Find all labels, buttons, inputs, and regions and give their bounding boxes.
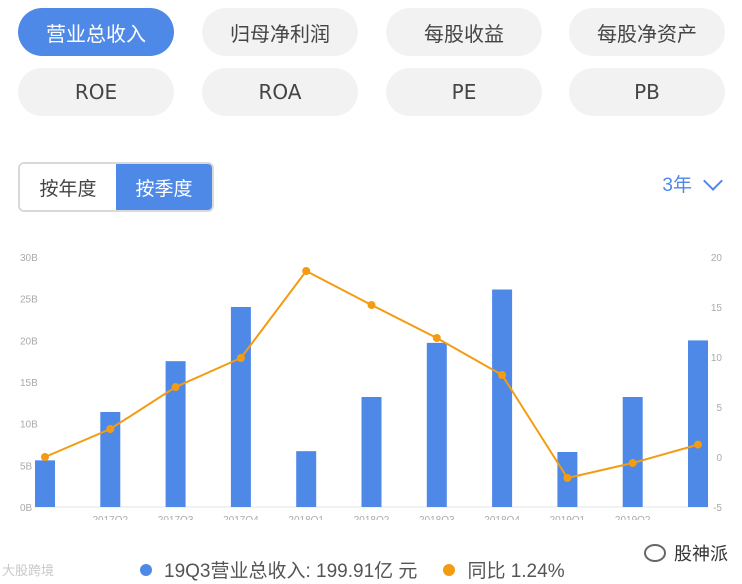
bar-2019Q3	[688, 340, 708, 507]
legend-item-yoy[interactable]: 同比 1.24%	[443, 556, 565, 583]
legend-label-revenue: 19Q3营业总收入: 199.91亿 元	[164, 561, 418, 582]
by-quarter-button[interactable]: 按季度	[116, 164, 212, 210]
watermark-left-text: 大股跨境	[2, 563, 55, 578]
metric-tag-3[interactable]: 每股收益	[386, 8, 542, 56]
metric-tag-6[interactable]: ROA	[202, 68, 358, 116]
yoy-point-2018Q3	[432, 334, 441, 342]
legend-label-yoy: 同比 1.24%	[467, 561, 565, 582]
y-left-tick-label: 25B	[20, 295, 38, 306]
y-right-tick-label: 5	[716, 403, 722, 414]
x-tick-label: 2017Q2	[93, 515, 129, 520]
metric-tag-2[interactable]: 归母净利润	[202, 8, 358, 56]
bar-2017Q4	[230, 307, 251, 507]
y-right-tick-label: 10	[711, 353, 723, 364]
x-tick-label: 2017Q3	[158, 515, 194, 520]
chevron-down-icon	[703, 170, 723, 191]
watermark-right: 股神派	[644, 540, 728, 566]
bar-2018Q2	[361, 397, 382, 507]
x-tick-label: 2019Q2	[615, 515, 651, 520]
yoy-point-2019Q2	[628, 459, 637, 467]
x-tick-label: 2018Q4	[484, 515, 520, 520]
bar-2018Q4	[492, 289, 513, 507]
bar-2019Q2	[622, 397, 643, 507]
y-right-tick-label: 20	[711, 253, 723, 264]
watermark-right-text: 股神派	[674, 544, 728, 564]
bar-2017Q1	[35, 460, 55, 507]
yoy-point-2017Q3	[171, 383, 180, 391]
y-left-tick-label: 0B	[20, 503, 33, 514]
y-left-tick-label: 30B	[20, 253, 38, 264]
y-left-tick-label: 10B	[20, 420, 38, 431]
wechat-icon	[644, 544, 666, 562]
x-tick-label: 2019Q1	[550, 515, 586, 520]
legend-dot-yoy	[443, 563, 456, 576]
x-tick-label: 2018Q2	[354, 515, 390, 520]
y-left-tick-label: 15B	[20, 378, 38, 389]
x-tick-label: 2017Q4	[223, 515, 259, 520]
yoy-point-2018Q1	[302, 267, 311, 275]
y-right-tick-label: 0	[716, 453, 722, 464]
yoy-point-2019Q1	[563, 474, 572, 482]
bar-2018Q1	[296, 451, 317, 507]
revenue-chart: 0B 5B 10B 15B 20B 25B 30B -5 0 5 10 15 20 2017Q2 2017Q…	[20, 253, 723, 520]
yoy-point-2019Q3	[694, 440, 702, 449]
y-right-tick-label: 15	[711, 303, 723, 314]
metric-tag-7[interactable]: PE	[386, 68, 542, 116]
period-toggle: 按年度 按季度	[18, 162, 214, 212]
chart-legend: 19Q3营业总收入: 199.91亿 元 同比 1.24%	[140, 556, 591, 583]
metric-tag-1[interactable]: 营业总收入	[18, 8, 174, 56]
x-tick-label: 2018Q1	[288, 515, 324, 520]
legend-item-revenue[interactable]: 19Q3营业总收入: 199.91亿 元	[140, 556, 417, 583]
legend-dot-revenue	[140, 563, 152, 576]
range-select[interactable]: 3年	[662, 170, 723, 197]
y-left-tick-label: 5B	[20, 461, 33, 472]
y-right-tick-label: -5	[713, 503, 722, 514]
metric-tag-4[interactable]: 每股净资产	[569, 8, 725, 56]
x-tick-label: 2018Q3	[419, 515, 455, 520]
yoy-point-2018Q2	[367, 301, 376, 309]
metric-tag-5[interactable]: ROE	[18, 68, 174, 116]
metric-tag-8[interactable]: PB	[569, 68, 725, 116]
yoy-point-2017Q2	[106, 425, 115, 433]
y-left-tick-label: 20B	[20, 336, 38, 347]
watermark-left: 大股跨境	[2, 560, 54, 579]
bar-2018Q3	[426, 342, 447, 507]
yoy-point-2017Q1	[41, 453, 49, 461]
yoy-point-2018Q4	[498, 371, 507, 379]
yoy-point-2017Q4	[236, 354, 245, 362]
range-label: 3年	[662, 175, 692, 196]
by-year-button[interactable]: 按年度	[20, 164, 116, 210]
